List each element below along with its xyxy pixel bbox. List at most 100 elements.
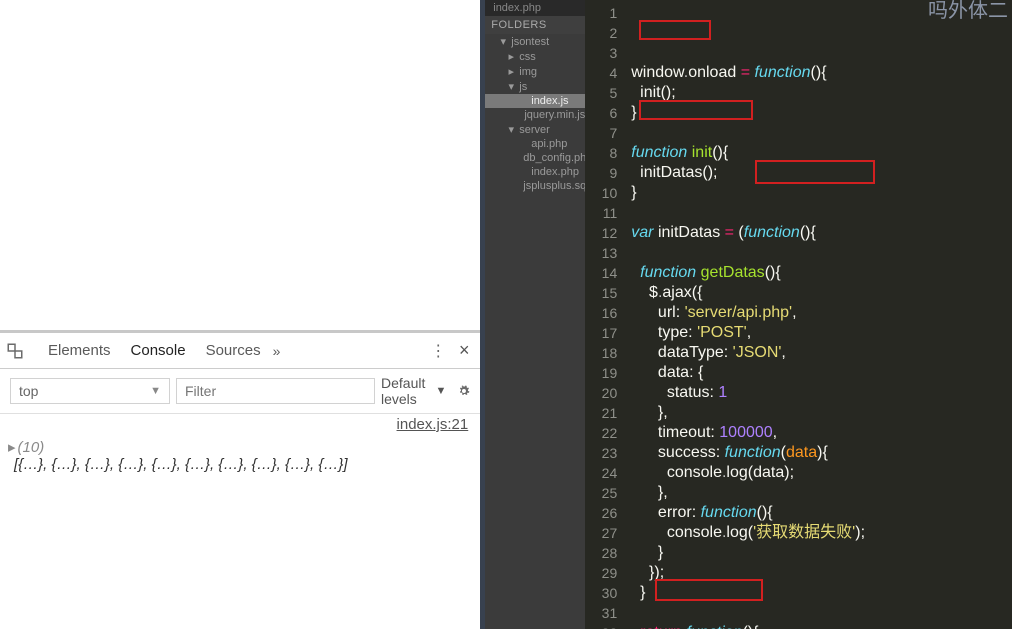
line-number: 22 — [585, 423, 617, 443]
code-line[interactable] — [631, 123, 1012, 143]
console-output: index.js:21 ▸(10) [{…}, {…}, {…}, {…}, {… — [0, 414, 480, 477]
watermark-text: 吗外体二 — [928, 1, 1008, 21]
line-number: 20 — [585, 383, 617, 403]
line-number: 32 — [585, 623, 617, 629]
line-number: 16 — [585, 303, 617, 323]
code-line[interactable]: url: 'server/api.php', — [631, 303, 1012, 323]
line-number: 26 — [585, 503, 617, 523]
line-number: 13 — [585, 243, 617, 263]
code-line[interactable]: } — [631, 183, 1012, 203]
sidebar-open-tab[interactable]: index.php — [485, 0, 585, 16]
code-line[interactable]: function getDatas(){ — [631, 263, 1012, 283]
sidebar-item[interactable]: index.js — [485, 94, 585, 108]
log-levels-selector[interactable]: Default levels ▼ — [381, 375, 446, 407]
line-number: 19 — [585, 363, 617, 383]
code-line[interactable]: data: { — [631, 363, 1012, 383]
sidebar-item-label: jsontest — [511, 36, 549, 48]
line-number: 29 — [585, 563, 617, 583]
file-sidebar: index.php FOLDERS ▾jsontest▸css▸img▾jsin… — [485, 0, 585, 629]
code-line[interactable]: }); — [631, 563, 1012, 583]
sidebar-item-label: img — [519, 66, 537, 78]
code-line[interactable]: var initDatas = (function(){ — [631, 223, 1012, 243]
line-number: 17 — [585, 323, 617, 343]
folder-icon: ▾ — [507, 80, 515, 93]
console-line[interactable]: [{…}, {…}, {…}, {…}, {…}, {…}, {…}, {…},… — [8, 456, 472, 473]
tab-console[interactable]: Console — [121, 335, 196, 366]
source-link[interactable]: index.js:21 — [397, 416, 469, 433]
filter-input[interactable] — [176, 378, 375, 404]
code-line[interactable]: dataType: 'JSON', — [631, 343, 1012, 363]
code-line[interactable] — [631, 603, 1012, 623]
gear-icon[interactable] — [458, 382, 470, 400]
line-number: 10 — [585, 183, 617, 203]
sidebar-item[interactable]: ▾server — [485, 122, 585, 137]
code-line[interactable]: type: 'POST', — [631, 323, 1012, 343]
folder-icon: ▾ — [507, 123, 515, 136]
context-selector[interactable]: top ▼ — [10, 378, 170, 404]
line-number: 11 — [585, 203, 617, 223]
code-line[interactable]: } — [631, 103, 1012, 123]
code-line[interactable]: timeout: 100000, — [631, 423, 1012, 443]
inspect-icon[interactable] — [6, 342, 24, 360]
tab-sources[interactable]: Sources — [196, 335, 271, 366]
code-line[interactable]: success: function(data){ — [631, 443, 1012, 463]
code-line[interactable]: window.onload = function(){ — [631, 63, 1012, 83]
tab-elements[interactable]: Elements — [38, 335, 121, 366]
sidebar-item[interactable]: ▸css — [485, 49, 585, 64]
code-line[interactable] — [631, 243, 1012, 263]
tabs-overflow-icon[interactable]: » — [273, 343, 281, 359]
code-line[interactable]: initDatas(); — [631, 163, 1012, 183]
highlight-box — [639, 20, 711, 40]
browser-viewport — [0, 0, 480, 330]
line-number: 12 — [585, 223, 617, 243]
expand-icon[interactable]: ▸ — [8, 438, 16, 456]
sidebar-item[interactable]: db_config.php — [485, 151, 585, 165]
code-area[interactable]: 吗外体二 window.onload = function(){ init();… — [625, 0, 1012, 629]
sidebar-item-label: index.js — [531, 95, 568, 107]
line-number: 31 — [585, 603, 617, 623]
code-line[interactable]: status: 1 — [631, 383, 1012, 403]
sidebar-item[interactable]: api.php — [485, 137, 585, 151]
code-line[interactable]: } — [631, 583, 1012, 603]
close-icon[interactable]: × — [454, 340, 474, 361]
sidebar-item[interactable]: jsplusplus.sql — [485, 179, 585, 193]
line-gutter: 1234567891011121314151617181920212223242… — [585, 0, 625, 629]
line-number: 14 — [585, 263, 617, 283]
sidebar-item[interactable]: ▸img — [485, 64, 585, 79]
code-line[interactable]: console.log('获取数据失败'); — [631, 523, 1012, 543]
console-line[interactable]: ▸(10) — [8, 438, 472, 456]
line-number: 9 — [585, 163, 617, 183]
line-number: 7 — [585, 123, 617, 143]
sidebar-item-label: jquery.min.js — [524, 109, 585, 121]
sidebar-item[interactable]: ▾js — [485, 79, 585, 94]
sidebar-item-label: api.php — [531, 138, 567, 150]
levels-label: Default levels — [381, 375, 431, 407]
code-line[interactable] — [631, 203, 1012, 223]
sidebar-item[interactable]: ▾ jsontest — [485, 34, 585, 49]
sidebar-item[interactable]: jquery.min.js — [485, 108, 585, 122]
code-line[interactable]: error: function(){ — [631, 503, 1012, 523]
line-number: 5 — [585, 83, 617, 103]
folders-header: FOLDERS — [485, 16, 585, 34]
line-number: 21 — [585, 403, 617, 423]
code-editor-pane: index.php FOLDERS ▾jsontest▸css▸img▾jsin… — [485, 0, 1012, 629]
kebab-icon[interactable]: ⋮ — [428, 341, 448, 361]
line-number: 28 — [585, 543, 617, 563]
folder-icon: ▾ — [499, 35, 507, 48]
code-line[interactable]: function init(){ — [631, 143, 1012, 163]
sidebar-item[interactable]: index.php — [485, 165, 585, 179]
code-line[interactable]: init(); — [631, 83, 1012, 103]
sidebar-item-label: css — [519, 51, 536, 63]
sidebar-item-label: db_config.php — [523, 152, 585, 164]
chevron-down-icon: ▼ — [150, 385, 161, 397]
code-line[interactable]: $.ajax({ — [631, 283, 1012, 303]
code-line[interactable]: } — [631, 543, 1012, 563]
line-number: 15 — [585, 283, 617, 303]
sidebar-item-label: index.php — [531, 166, 579, 178]
code-line[interactable]: }, — [631, 403, 1012, 423]
sidebar-item-label: jsplusplus.sql — [523, 180, 585, 192]
code-line[interactable]: console.log(data); — [631, 463, 1012, 483]
code-line[interactable]: }, — [631, 483, 1012, 503]
code-line[interactable]: return function(){ — [631, 623, 1012, 629]
text-editor[interactable]: 1234567891011121314151617181920212223242… — [585, 0, 1012, 629]
